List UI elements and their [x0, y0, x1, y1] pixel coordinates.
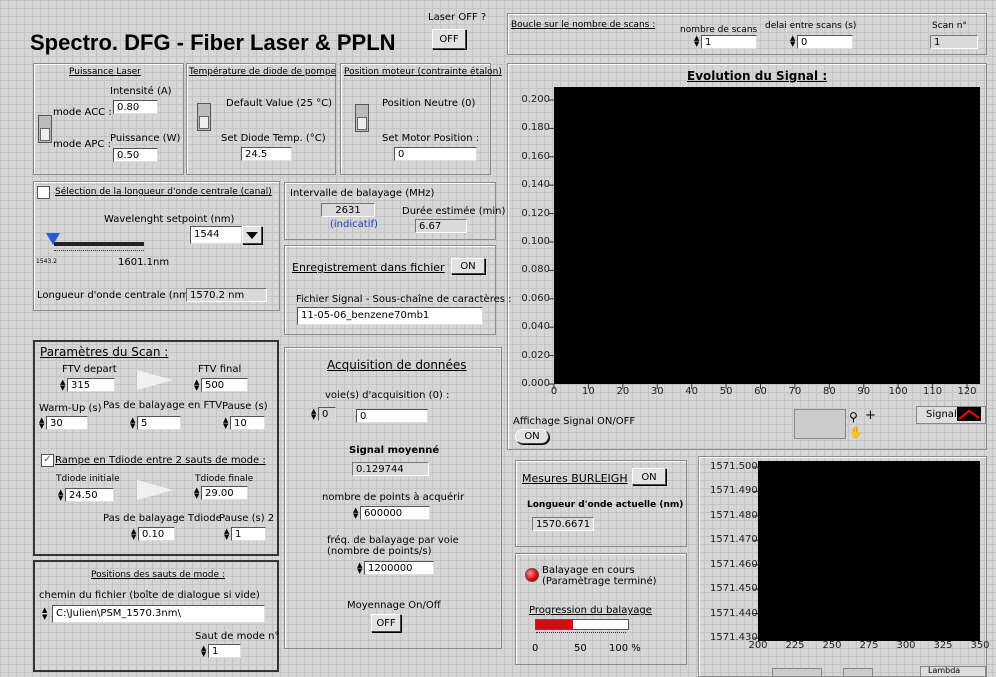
signal-y-tick: 0.120: [521, 207, 550, 219]
scanning-label: Balayage en cours (Paramètrage terminé): [542, 565, 657, 587]
signal-x-tick: 50: [719, 386, 733, 397]
progress-bar-fill: [536, 620, 573, 629]
signal-x-tick: 110: [923, 386, 943, 397]
signal-y-tick: 0.200: [521, 94, 550, 105]
signal-legend-label: Signal: [926, 409, 957, 420]
lambda-x-tick: 325: [933, 640, 953, 651]
signal-y-tick: 0.180: [521, 122, 550, 134]
signal-x-tick: 20: [616, 386, 630, 397]
progress-scale: [536, 632, 626, 636]
lambda-y-tick: 1571.460: [710, 558, 758, 570]
progress-tick-0: 0: [532, 643, 539, 654]
burleigh-title: Mesures BURLEIGH: [522, 472, 628, 485]
lambda-x-tick: 350: [970, 640, 990, 651]
lambda-x-tick: 225: [785, 640, 805, 651]
signal-x-tick: 120: [957, 386, 977, 397]
scanning-led-icon: [525, 568, 539, 582]
burleigh-toggle[interactable]: ON: [632, 468, 666, 485]
lambda-y-tick: 1571.440: [710, 607, 758, 619]
pan-icon[interactable]: ✋: [849, 426, 863, 440]
lambda-plot-area[interactable]: [758, 461, 980, 641]
lambda-y-tick: 1571.450: [710, 583, 758, 595]
signal-x-tick: 90: [857, 386, 871, 397]
signal-y-tick: 0.160: [521, 150, 550, 162]
lambda-x-tick: 200: [748, 640, 768, 651]
signal-x-tick: 30: [650, 386, 664, 397]
burleigh-current-indicator: 1570.6671: [532, 517, 594, 531]
signal-y-tick: 0.140: [521, 179, 550, 191]
signal-x-tick: 10: [582, 386, 595, 397]
signal-x-tick: 70: [788, 386, 802, 397]
signal-y-tick: 0.100: [521, 236, 550, 247]
signal-x-tick: 100: [888, 386, 908, 397]
lambda-y-tick: 1571.500: [710, 461, 758, 472]
lambda-x-tick: 275: [859, 640, 879, 651]
lambda-x-tick: 300: [896, 640, 916, 651]
signal-toggle-label: Affichage Signal ON/OFF: [513, 416, 636, 427]
progress-tick-50: 50: [574, 643, 587, 654]
crosshair-icon[interactable]: +: [865, 409, 879, 423]
signal-y-tick: 0.040: [521, 321, 550, 333]
signal-legend-trace-icon: [958, 409, 980, 420]
signal-legend-swatch: [957, 407, 981, 421]
lambda-x-tick: 250: [822, 640, 842, 651]
lambda-y-tick: 1571.470: [710, 534, 758, 546]
burleigh-current-label: Longueur d'onde actuelle (nm): [527, 500, 684, 510]
progress-tick-100: 100 %: [609, 643, 641, 654]
signal-x-tick: 60: [754, 386, 767, 397]
lambda-y-tick: 1571.480: [710, 509, 758, 521]
signal-y-tick: 0.060: [521, 292, 550, 304]
signal-x-tick: 40: [685, 386, 699, 397]
zoom-icon[interactable]: ⚲: [849, 410, 863, 424]
signal-x-tick: 80: [822, 386, 836, 397]
lambda-legend-label: Lambda: [928, 666, 961, 675]
signal-toggle-button[interactable]: ON: [515, 429, 549, 444]
signal-y-tick: 0.020: [521, 349, 550, 361]
progress-title: Progression du balayage: [529, 605, 652, 616]
graph-palette[interactable]: [794, 409, 846, 439]
progress-bar: [535, 619, 629, 630]
signal-x-tick: 0: [550, 386, 558, 397]
lambda-y-tick: 1571.490: [710, 485, 758, 497]
signal-y-tick: 0.080: [521, 264, 550, 276]
